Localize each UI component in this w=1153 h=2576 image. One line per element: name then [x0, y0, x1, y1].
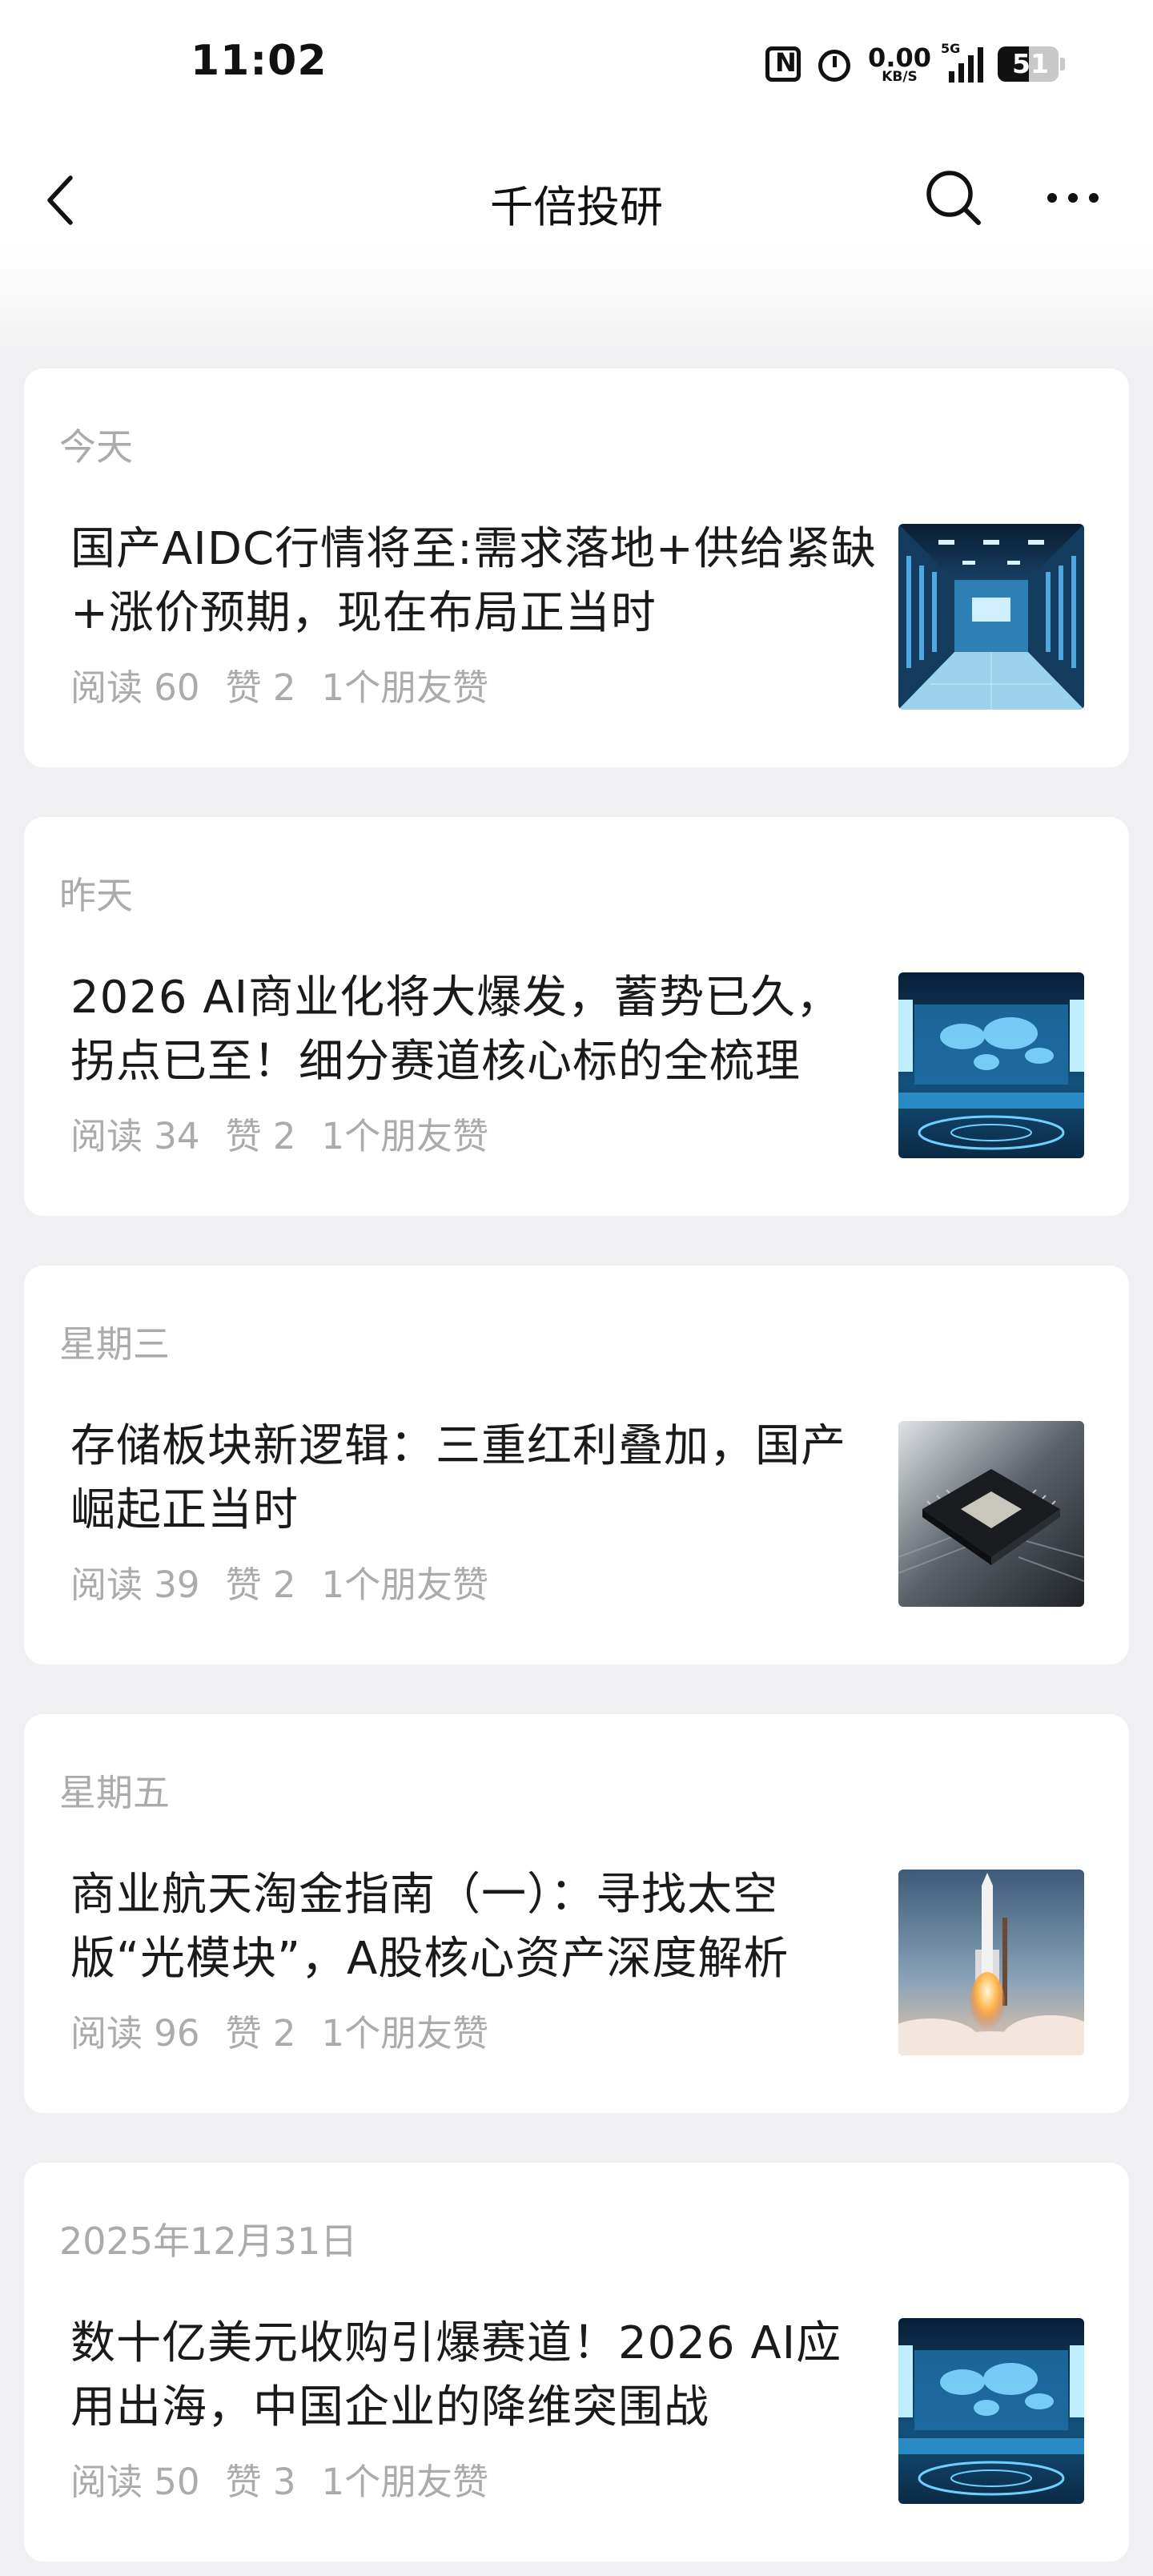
article-title[interactable]: 2026 AI商业化将大爆发，蓄势已久，拐点已至！细分赛道核心标的全梳理: [70, 966, 887, 1094]
more-options-icon[interactable]: [1041, 170, 1105, 226]
friend-likes: 1个朋友赞: [321, 666, 489, 709]
read-count: 阅读 60: [70, 666, 200, 709]
article-card[interactable]: 昨天 2026 AI商业化将大爆发，蓄势已久，拐点已至！细分赛道核心标的全梳理阅读…: [24, 817, 1129, 1216]
friend-likes: 1个朋友赞: [321, 1564, 489, 1606]
article-thumbnail[interactable]: [898, 2318, 1084, 2504]
nfc-icon: [765, 46, 801, 82]
article-thumbnail[interactable]: [898, 524, 1084, 710]
like-count: 赞 2: [225, 1115, 296, 1157]
article-card[interactable]: 2025年12月31日数十亿美元收购引爆赛道！2026 AI应用出海，中国企业的…: [24, 2163, 1129, 2562]
article-stats: 阅读 34 赞 2 1个朋友赞: [70, 1107, 488, 1159]
like-count: 赞 2: [225, 1564, 296, 1606]
article-stats: 阅读 60 赞 2 1个朋友赞: [70, 658, 488, 710]
battery-level: 51: [1012, 48, 1049, 79]
friend-likes: 1个朋友赞: [321, 1115, 489, 1157]
status-icons: 0.00 KB/S 5G 51: [765, 41, 1065, 87]
article-stats: 阅读 39 赞 2 1个朋友赞: [70, 1556, 488, 1608]
article-stats: 阅读 50 赞 3 1个朋友赞: [70, 2453, 488, 2505]
article-date: 昨天: [59, 874, 133, 917]
article-stats: 阅读 96 赞 2 1个朋友赞: [70, 2004, 488, 2056]
network-speed: 0.00 KB/S: [868, 45, 931, 84]
article-thumbnail[interactable]: [898, 1421, 1084, 1607]
read-count: 阅读 50: [70, 2461, 200, 2503]
signal-icon: 5G: [941, 41, 983, 83]
like-count: 赞 2: [225, 2012, 296, 2055]
article-date: 星期三: [59, 1322, 170, 1366]
read-count: 阅读 96: [70, 2012, 200, 2055]
article-title[interactable]: 商业航天淘金指南（一）：寻找太空版“光模块”，A股核心资产深度解析: [70, 1863, 887, 1991]
article-thumbnail[interactable]: [898, 1870, 1084, 2055]
article-title[interactable]: 国产AIDC行情将至:需求落地+供给紧缺+涨价预期，现在布局正当时: [70, 517, 887, 646]
article-card[interactable]: 今天国产AIDC行情将至:需求落地+供给紧缺+涨价预期，现在布局正当时阅读 60…: [24, 368, 1129, 767]
alarm-icon: [815, 45, 854, 83]
network-speed-unit: KB/S: [882, 68, 918, 85]
network-speed-value: 0.00: [868, 42, 931, 73]
article-date: 星期五: [59, 1771, 170, 1814]
friend-likes: 1个朋友赞: [321, 2012, 489, 2055]
read-count: 阅读 34: [70, 1115, 200, 1157]
status-time: 11:02: [191, 37, 327, 85]
battery-icon: 51: [998, 46, 1065, 82]
network-type-label: 5G: [941, 41, 961, 56]
friend-likes: 1个朋友赞: [321, 2461, 489, 2503]
article-card[interactable]: 星期三存储板块新逻辑：三重红利叠加，国产崛起正当时阅读 39 赞 2 1个朋友赞: [24, 1266, 1129, 1664]
article-title[interactable]: 数十亿美元收购引爆赛道！2026 AI应用出海，中国企业的降维突围战: [70, 2312, 887, 2440]
article-card[interactable]: 星期五商业航天淘金指南（一）：寻找太空版“光模块”，A股核心资产深度解析阅读 9…: [24, 1714, 1129, 2113]
read-count: 阅读 39: [70, 1564, 200, 1606]
article-date: 今天: [59, 425, 133, 469]
status-bar: 11:02 0.00 KB/S 5G 51: [0, 0, 1153, 128]
article-date: 2025年12月31日: [59, 2220, 358, 2263]
article-thumbnail[interactable]: [898, 972, 1084, 1158]
navigation-bar: 千倍投研: [0, 144, 1153, 256]
article-title[interactable]: 存储板块新逻辑：三重红利叠加，国产崛起正当时: [70, 1415, 887, 1543]
like-count: 赞 2: [225, 666, 296, 709]
like-count: 赞 3: [225, 2461, 296, 2503]
search-icon[interactable]: [922, 167, 986, 231]
